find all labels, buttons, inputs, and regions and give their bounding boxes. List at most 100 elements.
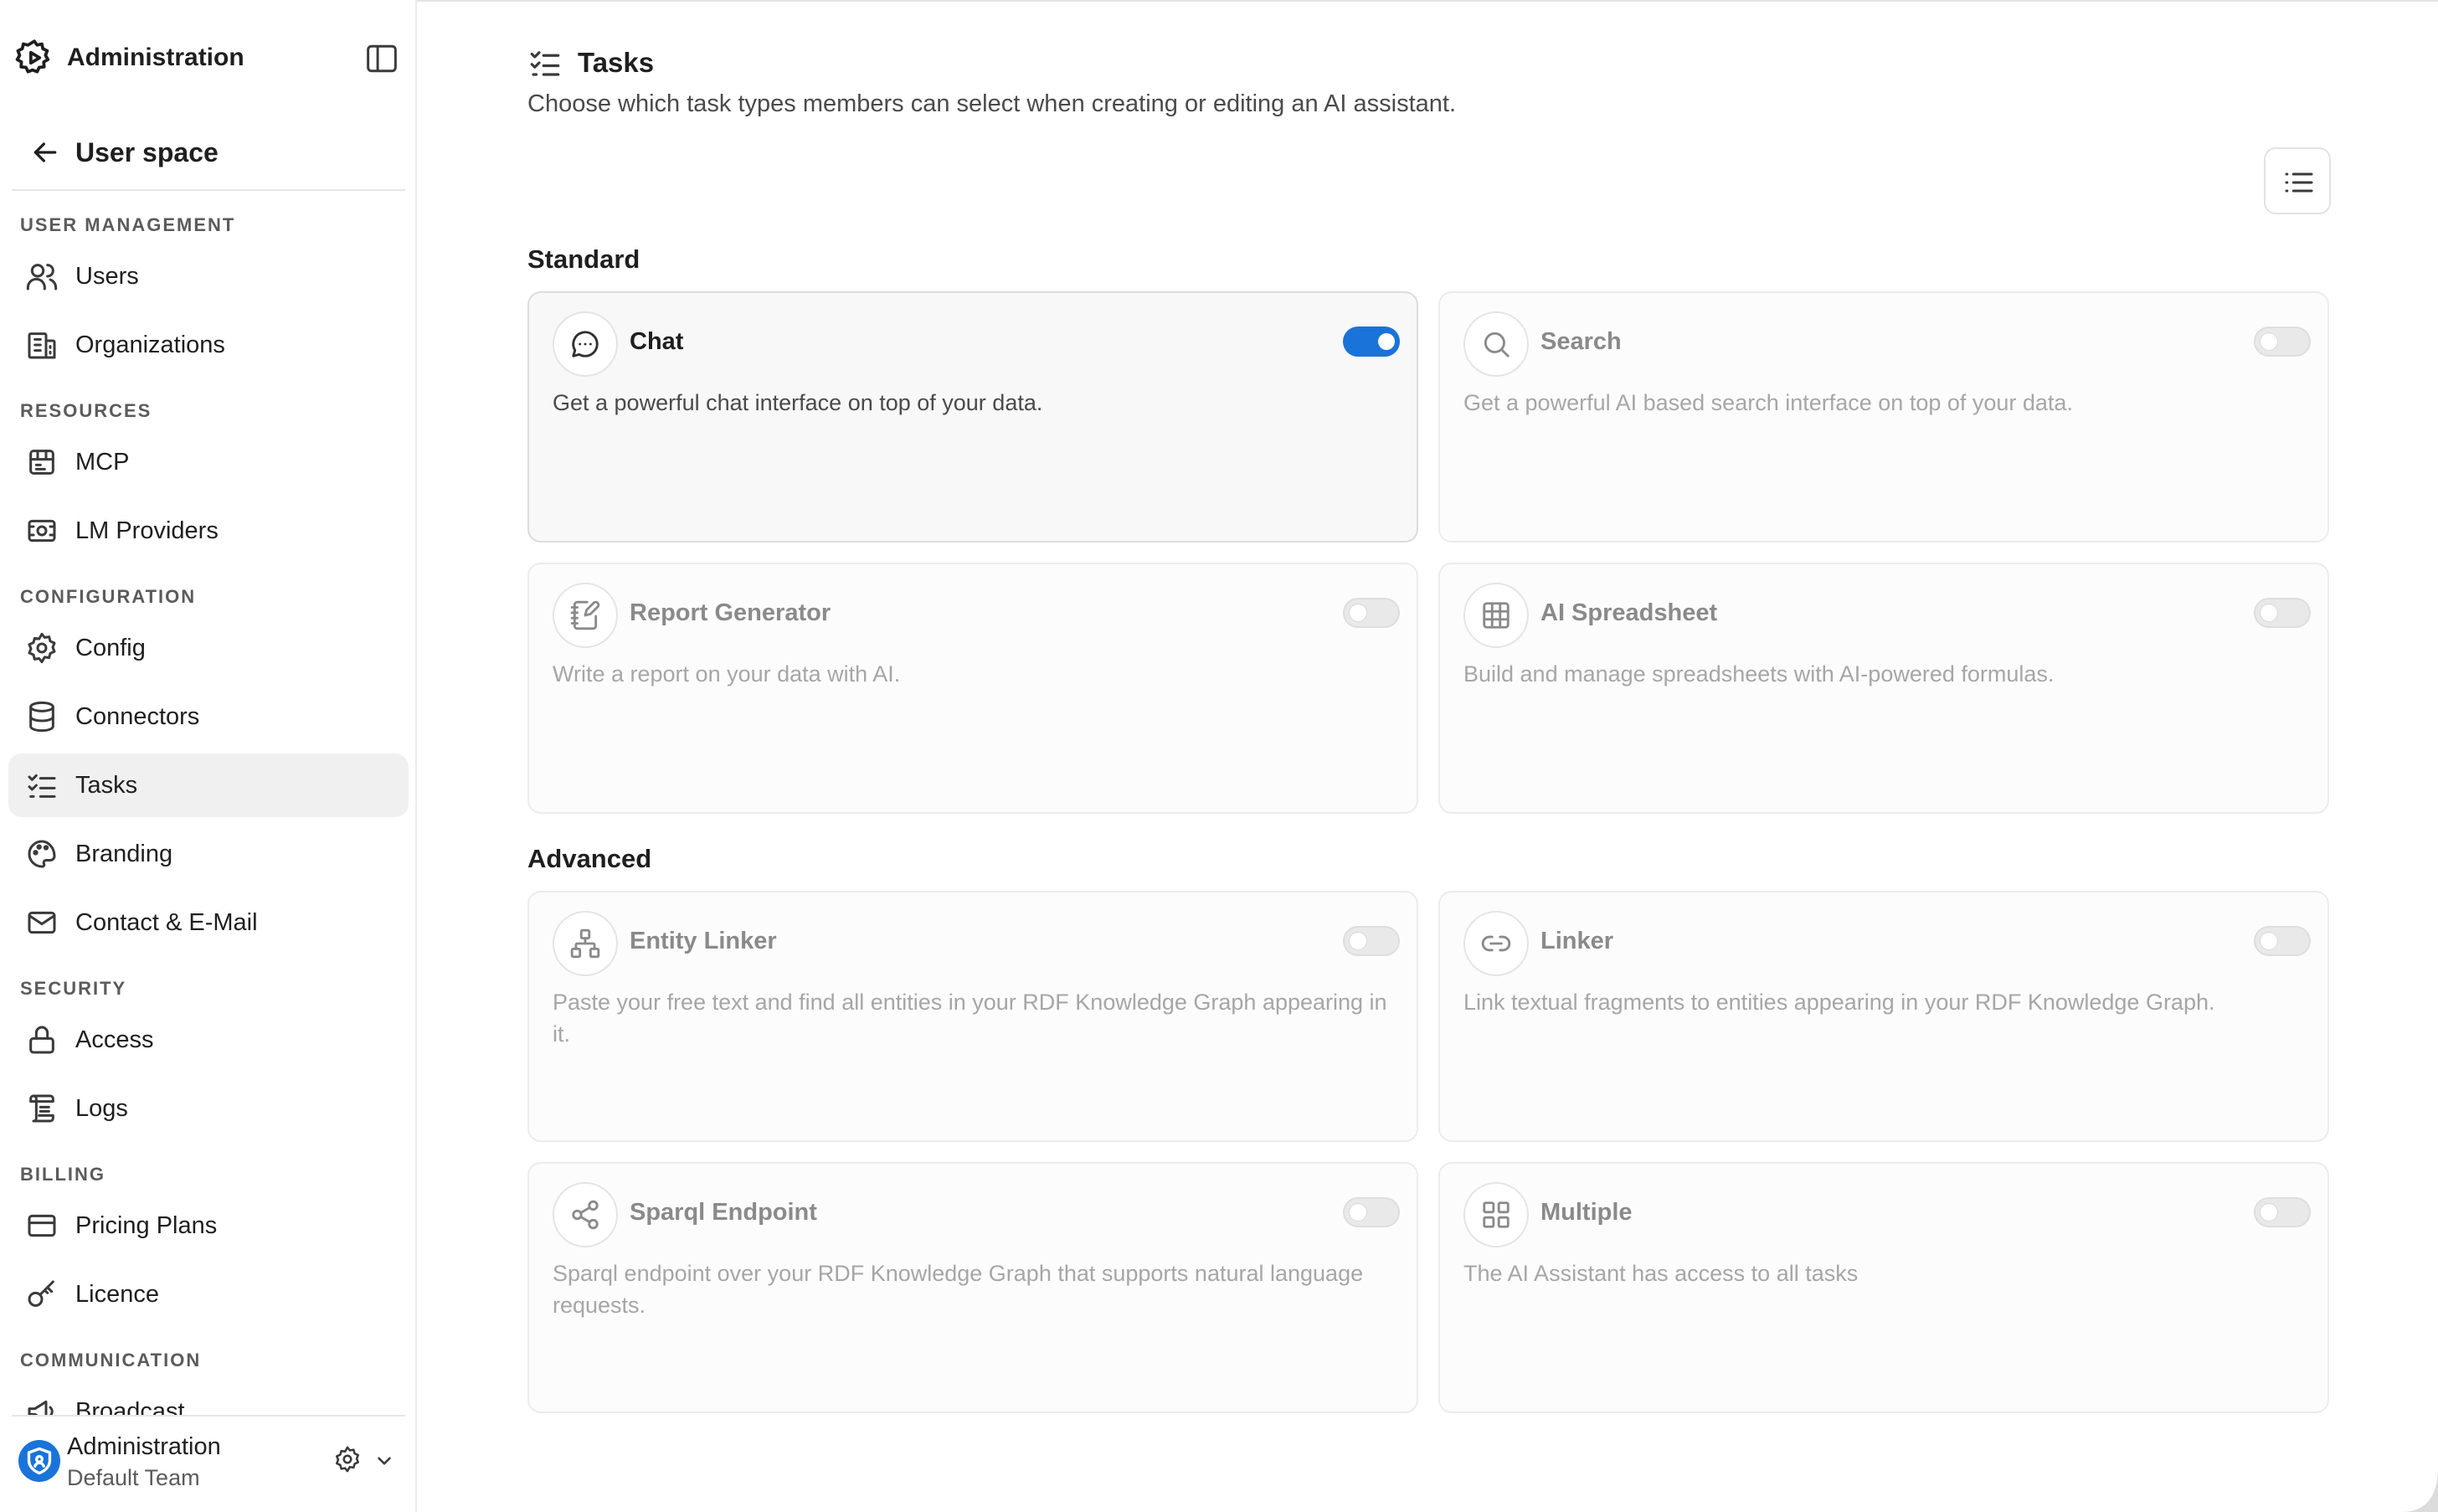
sidebar-item-label: LM Providers <box>75 517 219 544</box>
report-generator-toggle[interactable] <box>1343 598 1400 628</box>
list-checks-icon <box>28 774 56 798</box>
shield-icon <box>27 1447 52 1475</box>
sidebar-item-label: Users <box>75 263 139 290</box>
sidebar-item-label: Pricing Plans <box>75 1212 218 1239</box>
task-description: Get a powerful chat interface on top of … <box>553 390 1043 415</box>
sidebar-item-pricing-plans[interactable]: Pricing Plans <box>8 1194 409 1257</box>
task-icon-wrapper <box>1463 311 1529 377</box>
credit-card-icon <box>28 1214 56 1237</box>
task-icon-wrapper <box>553 583 618 648</box>
network-icon <box>570 928 600 959</box>
sidebar-toggle-icon[interactable] <box>365 44 399 74</box>
toggle-knob <box>2261 604 2277 621</box>
server-box-icon <box>29 450 54 475</box>
task-name: AI Spreadsheet <box>1540 599 1718 626</box>
back-label: User space <box>75 137 219 167</box>
task-name: Report Generator <box>630 599 831 626</box>
sidebar-item-label: Connectors <box>75 703 200 730</box>
page-subtitle: Choose which task types members can sele… <box>527 90 1457 117</box>
multiple-toggle[interactable] <box>2254 1197 2311 1227</box>
task-card-entity-linker: Entity Linker Paste your free text and f… <box>527 891 1418 1142</box>
section-resources: RESOURCES <box>20 400 152 421</box>
section-communication: COMMUNICATION <box>20 1350 202 1371</box>
task-icon-wrapper <box>553 1182 618 1247</box>
sidebar-item-label: Organizations <box>75 332 225 358</box>
search-icon <box>1484 332 1510 357</box>
sidebar-item-label: Tasks <box>75 772 138 799</box>
list-view-button[interactable] <box>2264 147 2331 214</box>
arrow-left-icon <box>33 142 57 162</box>
toggle-knob <box>2261 933 2277 949</box>
sidebar-title: Administration <box>67 44 244 71</box>
task-card-report-generator: Report Generator Write a report on your … <box>527 563 1418 814</box>
sidebar-item-branding[interactable]: Branding <box>8 822 409 886</box>
sparql-endpoint-toggle[interactable] <box>1343 1197 1400 1227</box>
task-name: Chat <box>630 328 684 355</box>
database-icon <box>29 701 54 733</box>
task-name: Linker <box>1540 928 1614 954</box>
sidebar-item-label: Access <box>75 1026 154 1053</box>
task-description: Paste your free text and find all entiti… <box>553 990 1387 1047</box>
sidebar-item-tasks[interactable]: Tasks <box>8 753 409 817</box>
ai-spreadsheet-toggle[interactable] <box>2254 598 2311 628</box>
search-toggle[interactable] <box>2254 327 2311 357</box>
table-icon <box>1483 602 1510 629</box>
sidebar-item-logs[interactable]: Logs <box>8 1077 409 1140</box>
team-avatar <box>18 1440 60 1482</box>
sidebar-item-mcp[interactable]: MCP <box>8 430 409 494</box>
linker-toggle[interactable] <box>2254 926 2311 956</box>
sidebar-divider <box>12 189 405 191</box>
sidebar-item-label: Config <box>75 635 146 661</box>
section-security: SECURITY <box>20 978 127 999</box>
toggle-knob <box>1350 1204 1366 1221</box>
sidebar-item-config[interactable]: Config <box>8 616 409 680</box>
sidebar-item-access[interactable]: Access <box>8 1008 409 1072</box>
team-settings-icon[interactable] <box>333 1445 362 1473</box>
palette-icon <box>28 840 56 868</box>
sidebar-item-organizations[interactable]: Organizations <box>8 313 409 377</box>
list-checks-icon <box>530 51 560 76</box>
chevron-down-icon[interactable] <box>373 1450 395 1472</box>
sidebar-header: Administration <box>0 33 417 84</box>
cpu-icon <box>28 519 56 543</box>
task-card-sparql-endpoint: Sparql Endpoint Sparql endpoint over you… <box>527 1162 1418 1413</box>
sidebar-footer[interactable]: Administration Default Team <box>0 1415 415 1512</box>
task-card-linker: Linker Link textual fragments to entitie… <box>1438 891 2329 1142</box>
sidebar-item-connectors[interactable]: Connectors <box>8 685 409 748</box>
mail-icon <box>28 911 56 934</box>
footer-team-name: Default Team <box>67 1465 200 1490</box>
sidebar-item-contact-email[interactable]: Contact & E-Mail <box>8 891 409 954</box>
task-description: Sparql endpoint over your RDF Knowledge … <box>553 1261 1364 1318</box>
sidebar-item-label: Licence <box>75 1281 159 1308</box>
sidebar-nav[interactable]: USER MANAGEMENT Users Organizations RESO… <box>0 201 415 1415</box>
footer-user-name: Administration <box>67 1433 221 1460</box>
toggle-knob <box>1350 933 1366 949</box>
list-icon <box>2285 172 2313 193</box>
sidebar-item-licence[interactable]: Licence <box>8 1263 409 1326</box>
entity-linker-toggle[interactable] <box>1343 926 1400 956</box>
admin-gear-icon <box>15 39 50 74</box>
chat-toggle[interactable] <box>1343 327 1400 357</box>
task-description: The AI Assistant has access to all tasks <box>1463 1261 1859 1286</box>
section-user-management: USER MANAGEMENT <box>20 214 236 235</box>
scroll-icon <box>29 1094 54 1123</box>
task-card-search: Search Get a powerful AI based search in… <box>1438 291 2329 543</box>
back-to-user-space[interactable]: User space <box>12 127 405 177</box>
section-billing: BILLING <box>20 1164 105 1185</box>
megaphone-icon <box>28 1400 54 1415</box>
sidebar-item-lm-providers[interactable]: LM Providers <box>8 499 409 563</box>
building-icon <box>28 332 56 359</box>
message-circle-icon <box>572 331 599 357</box>
task-card-ai-spreadsheet: AI Spreadsheet Build and manage spreadsh… <box>1438 563 2329 814</box>
share-icon <box>572 1200 599 1230</box>
task-icon-wrapper <box>1463 1182 1529 1247</box>
task-icon-wrapper <box>1463 583 1529 648</box>
sidebar-item-broadcast[interactable]: Broadcast <box>8 1380 409 1415</box>
users-icon <box>26 264 58 291</box>
main-content: Tasks Choose which task types members ca… <box>419 0 2438 1512</box>
sidebar-item-users[interactable]: Users <box>8 244 409 308</box>
task-description: Build and manage spreadsheets with AI-po… <box>1463 661 2055 687</box>
sidebar-item-label: Branding <box>75 841 173 867</box>
sidebar: Administration User space USER MANAGEMEN… <box>0 0 417 1512</box>
task-description: Write a report on your data with AI. <box>553 661 901 687</box>
